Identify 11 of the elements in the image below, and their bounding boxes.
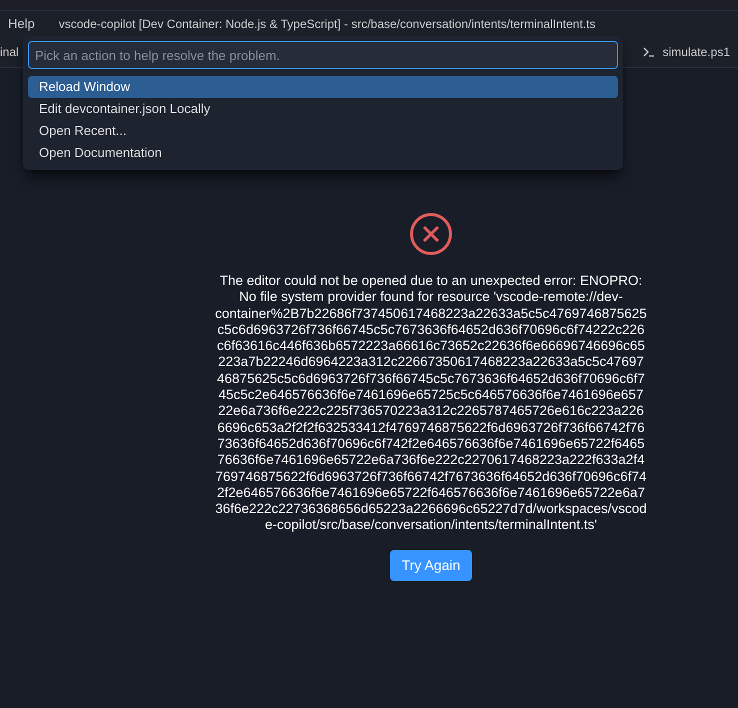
error-message: The editor could not be opened due to an unexpected error: ENOPRO: No file system provider found for resource 'vscode-remote://dev-container%2B7b22686f737450617468223a22633a5c5c4769746875625c5c6d6963726f736f66745c5c7673636f64652d636f70696c6f74222c226c6f63616c446f636b6572223a66616c73652c22636f6e66696746696c65223a7b22246d6964223a312c22667350617468223a22633a5c5c4769746875625c5c6d6963726f736f66745c5c7673636f64652d636f70696c6f745c5c2e646576636f6e7461696e65725c5c646576636f6e7461696e65722e6a736f6e222c225f736570223a312c2265787465726e616c223a2266696c653a2f2f2f632533412f4769746875622f6d6963726f736f66742f7673636f64652d636f70696c6f742f2e646576636f6e7461696e65722f646576636f6e7461696e65722e6a736f6e222c2270617468223a222f633a2f4769746875622f6d6963726f736f66742f7673636f64652d636f70696c6f742f2e646576636f6e7461696e65722f646576636f6e7461696e65722e6a736f6e222c22736368656d65223a2266696c65227d7d/workspaces/vscode-copilot/src/base/conversation/intents/terminalIntent.ts' bbox=[215, 273, 647, 534]
action-item[interactable]: Reload Window bbox=[28, 76, 618, 98]
action-item[interactable]: Edit devcontainer.json Locally bbox=[28, 98, 618, 120]
menu-item[interactable]: Help bbox=[0, 14, 43, 34]
error-icon bbox=[409, 212, 453, 256]
search-field[interactable]: Pick an action to help resolve the problem. bbox=[28, 41, 618, 69]
terminal-icon bbox=[642, 46, 655, 56]
action-item[interactable]: Open Documentation bbox=[28, 142, 618, 164]
editor-tab[interactable]: simulate.ps1 bbox=[642, 36, 738, 67]
action-item[interactable]: Open Recent... bbox=[28, 120, 618, 142]
window-title: vscode-copilot [Dev Container: Node.js & TypeScript] - src/base/conversation/intents/terminalIntent.ts bbox=[58, 16, 596, 32]
